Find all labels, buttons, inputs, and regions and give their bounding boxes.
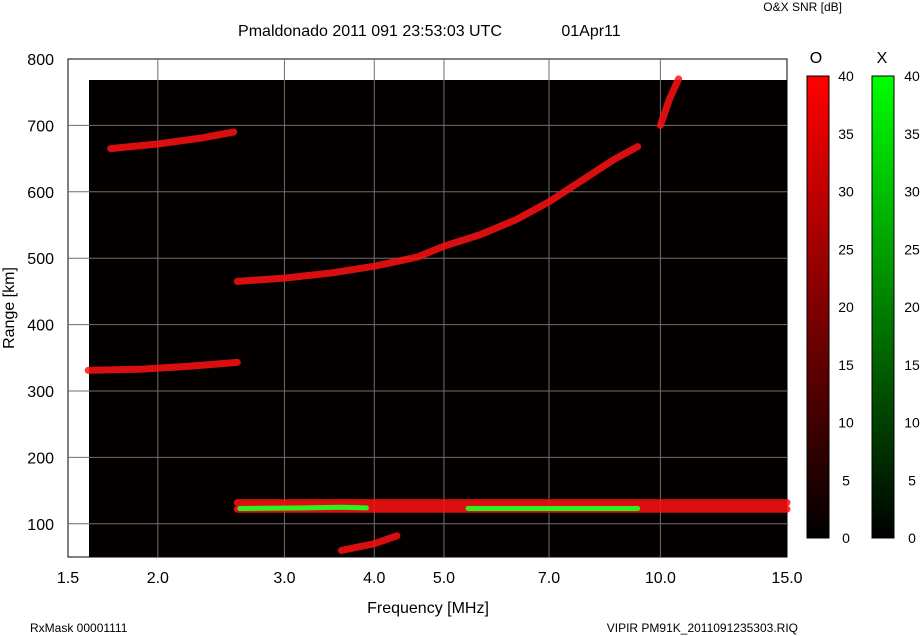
colorbar-o-gradient: [806, 75, 830, 539]
y-tick-labels: 100 200 300 400 500 600 700 800: [27, 52, 54, 534]
y-tick-label: 800: [27, 52, 54, 69]
y-tick-label: 300: [27, 384, 54, 401]
data-region: [89, 80, 787, 557]
ionogram-chart: 1.5 2.0 3.0 4.0 5.0 7.0 10.0 15.0 1002003004005…: [1, 0, 920, 635]
colorbar-tick-label: 10: [904, 415, 920, 431]
x-tick-label: 5.0: [433, 570, 455, 587]
colorbar-tick-label: 30: [904, 184, 920, 200]
colorbar-x-gradient: [871, 75, 895, 539]
file-label: VIPIR PM91K_2011091235303.RIQ: [607, 621, 798, 635]
colorbar-tick-label: 15: [904, 357, 920, 373]
colorbar-tick-label: 0: [908, 530, 916, 546]
colorbar-tick-label: 35: [838, 126, 854, 142]
colorbar-tick-label: 5: [908, 472, 916, 488]
x-tick-label: 10.0: [645, 570, 676, 587]
colorbar-title: O&X SNR [dB]: [763, 0, 842, 14]
y-tick-label: 400: [27, 318, 54, 335]
x-tick-labels: 1.5 2.0 3.0 4.0 5.0 7.0 10.0 15.0: [57, 570, 803, 587]
colorbar-o-ticks: 0 5 10 15 20 25 30 35 40: [838, 68, 854, 546]
chart-date: 01Apr11: [561, 23, 620, 40]
colorbar-tick-label: 25: [904, 241, 920, 257]
colorbar-o: O 0 5 10 15 20 25 30 35 40: [806, 50, 854, 546]
x-tick-label: 3.0: [273, 570, 295, 587]
colorbar-tick-label: 30: [838, 184, 854, 200]
colorbar-x: X 0 5 10 15 20 25 30 35 40: [871, 50, 920, 546]
x-tick-label: 2.0: [147, 570, 169, 587]
colorbar-tick-label: 20: [838, 299, 854, 315]
y-tick-label: 500: [27, 251, 54, 268]
x-mode-trace: [237, 504, 369, 511]
y-tick-label: 200: [27, 450, 54, 467]
x-tick-label: 7.0: [538, 570, 560, 587]
colorbar-tick-label: 40: [838, 68, 854, 84]
colorbar-o-label: O: [810, 50, 822, 67]
colorbar-tick-label: 35: [904, 126, 920, 142]
colorbar-tick-label: 0: [842, 530, 850, 546]
colorbar-x-label: X: [877, 50, 888, 67]
x-tick-label: 4.0: [363, 570, 385, 587]
x-tick-label: 1.5: [57, 570, 79, 587]
y-tick-label: 700: [27, 118, 54, 135]
colorbar-x-ticks: 0 5 10 15 20 25 30 35 40: [904, 68, 920, 546]
y-axis-label: Range [km]: [1, 267, 18, 349]
rxmask-label: RxMask 00001111: [30, 621, 128, 635]
colorbar-tick-label: 5: [842, 472, 850, 488]
chart-title: Pmaldonado 2011 091 23:53:03 UTC: [238, 23, 502, 40]
colorbar-tick-label: 15: [838, 357, 854, 373]
colorbar-tick-label: 40: [904, 68, 920, 84]
x-axis-label: Frequency [MHz]: [367, 600, 489, 617]
y-tick-label: 100: [27, 517, 54, 534]
colorbar-tick-label: 25: [838, 241, 854, 257]
colorbar-tick-label: 20: [904, 299, 920, 315]
x-tick-label: 15.0: [771, 570, 802, 587]
y-tick-label: 600: [27, 185, 54, 202]
colorbar-tick-label: 10: [838, 415, 854, 431]
